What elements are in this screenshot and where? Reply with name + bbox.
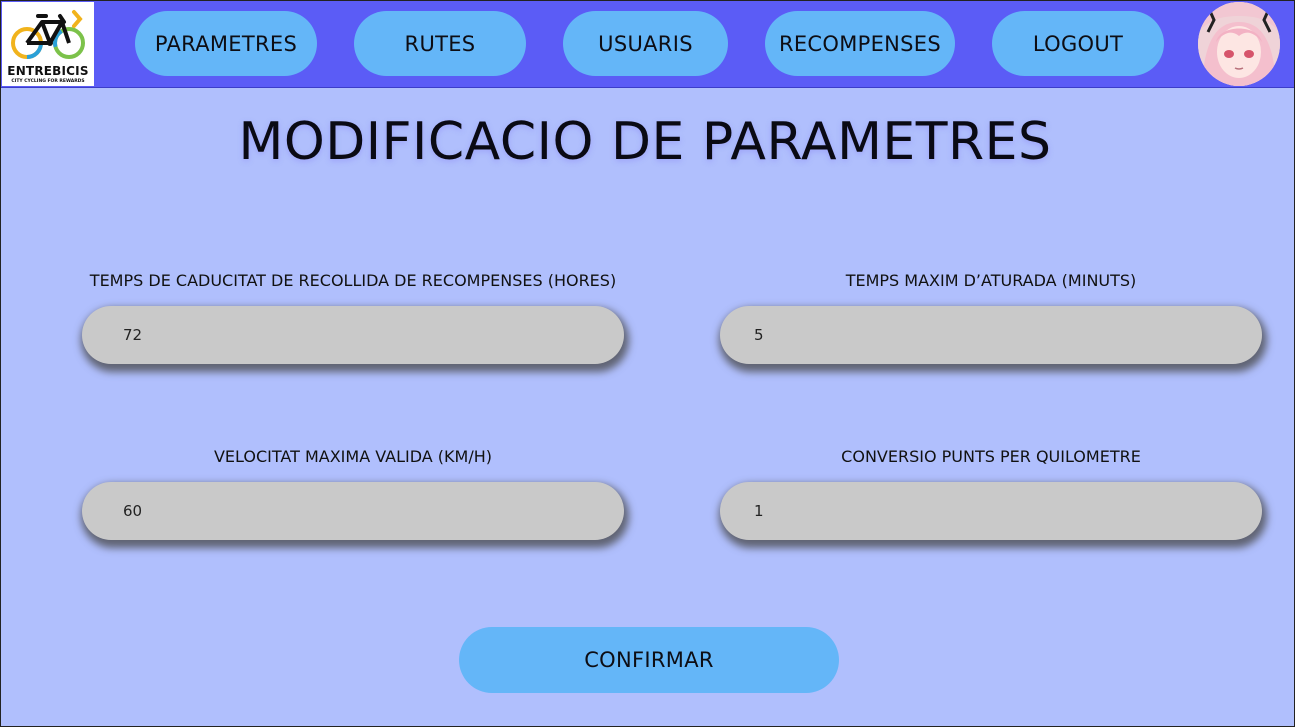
reward-expiry-hours-input[interactable] <box>82 306 624 364</box>
points-per-km-input[interactable] <box>720 482 1262 540</box>
nav-usuaris-button[interactable]: USUARIS <box>563 11 728 76</box>
avatar-portrait-icon <box>1198 2 1280 86</box>
brand-tagline: CITY CYCLING FOR REWARDS <box>11 79 85 84</box>
field-label-max-speed: VELOCITAT MAXIMA VALIDA (KM/H) <box>213 447 492 466</box>
nav-rutes-button[interactable]: RUTES <box>354 11 526 76</box>
field-label-max-stop-time: TEMPS MAXIM D’ATURADA (MINUTS) <box>845 271 1137 290</box>
nav-recompenses-button[interactable]: RECOMPENSES <box>765 11 955 76</box>
max-speed-kmh-input[interactable] <box>82 482 624 540</box>
nav-parametres-button[interactable]: PARAMETRES <box>135 11 317 76</box>
confirm-button[interactable]: CONFIRMAR <box>459 627 839 693</box>
page-title: MODIFICACIO DE PARAMETRES <box>238 112 1052 172</box>
field-label-reward-expiry: TEMPS DE CADUCITAT DE RECOLLIDA DE RECOM… <box>89 271 617 290</box>
logout-button[interactable]: LOGOUT <box>992 11 1164 76</box>
user-avatar[interactable] <box>1198 2 1280 86</box>
max-stop-minutes-input[interactable] <box>720 306 1262 364</box>
field-label-points-per-km: CONVERSIO PUNTS PER QUILOMETRE <box>841 447 1141 466</box>
top-navigation-bar: ENTREBICIS CITY CYCLING FOR REWARDS PARA… <box>0 0 1295 88</box>
entrebicis-logo[interactable]: ENTREBICIS CITY CYCLING FOR REWARDS <box>2 2 94 86</box>
bicycle-icon <box>11 10 85 59</box>
brand-name: ENTREBICIS <box>7 64 89 78</box>
